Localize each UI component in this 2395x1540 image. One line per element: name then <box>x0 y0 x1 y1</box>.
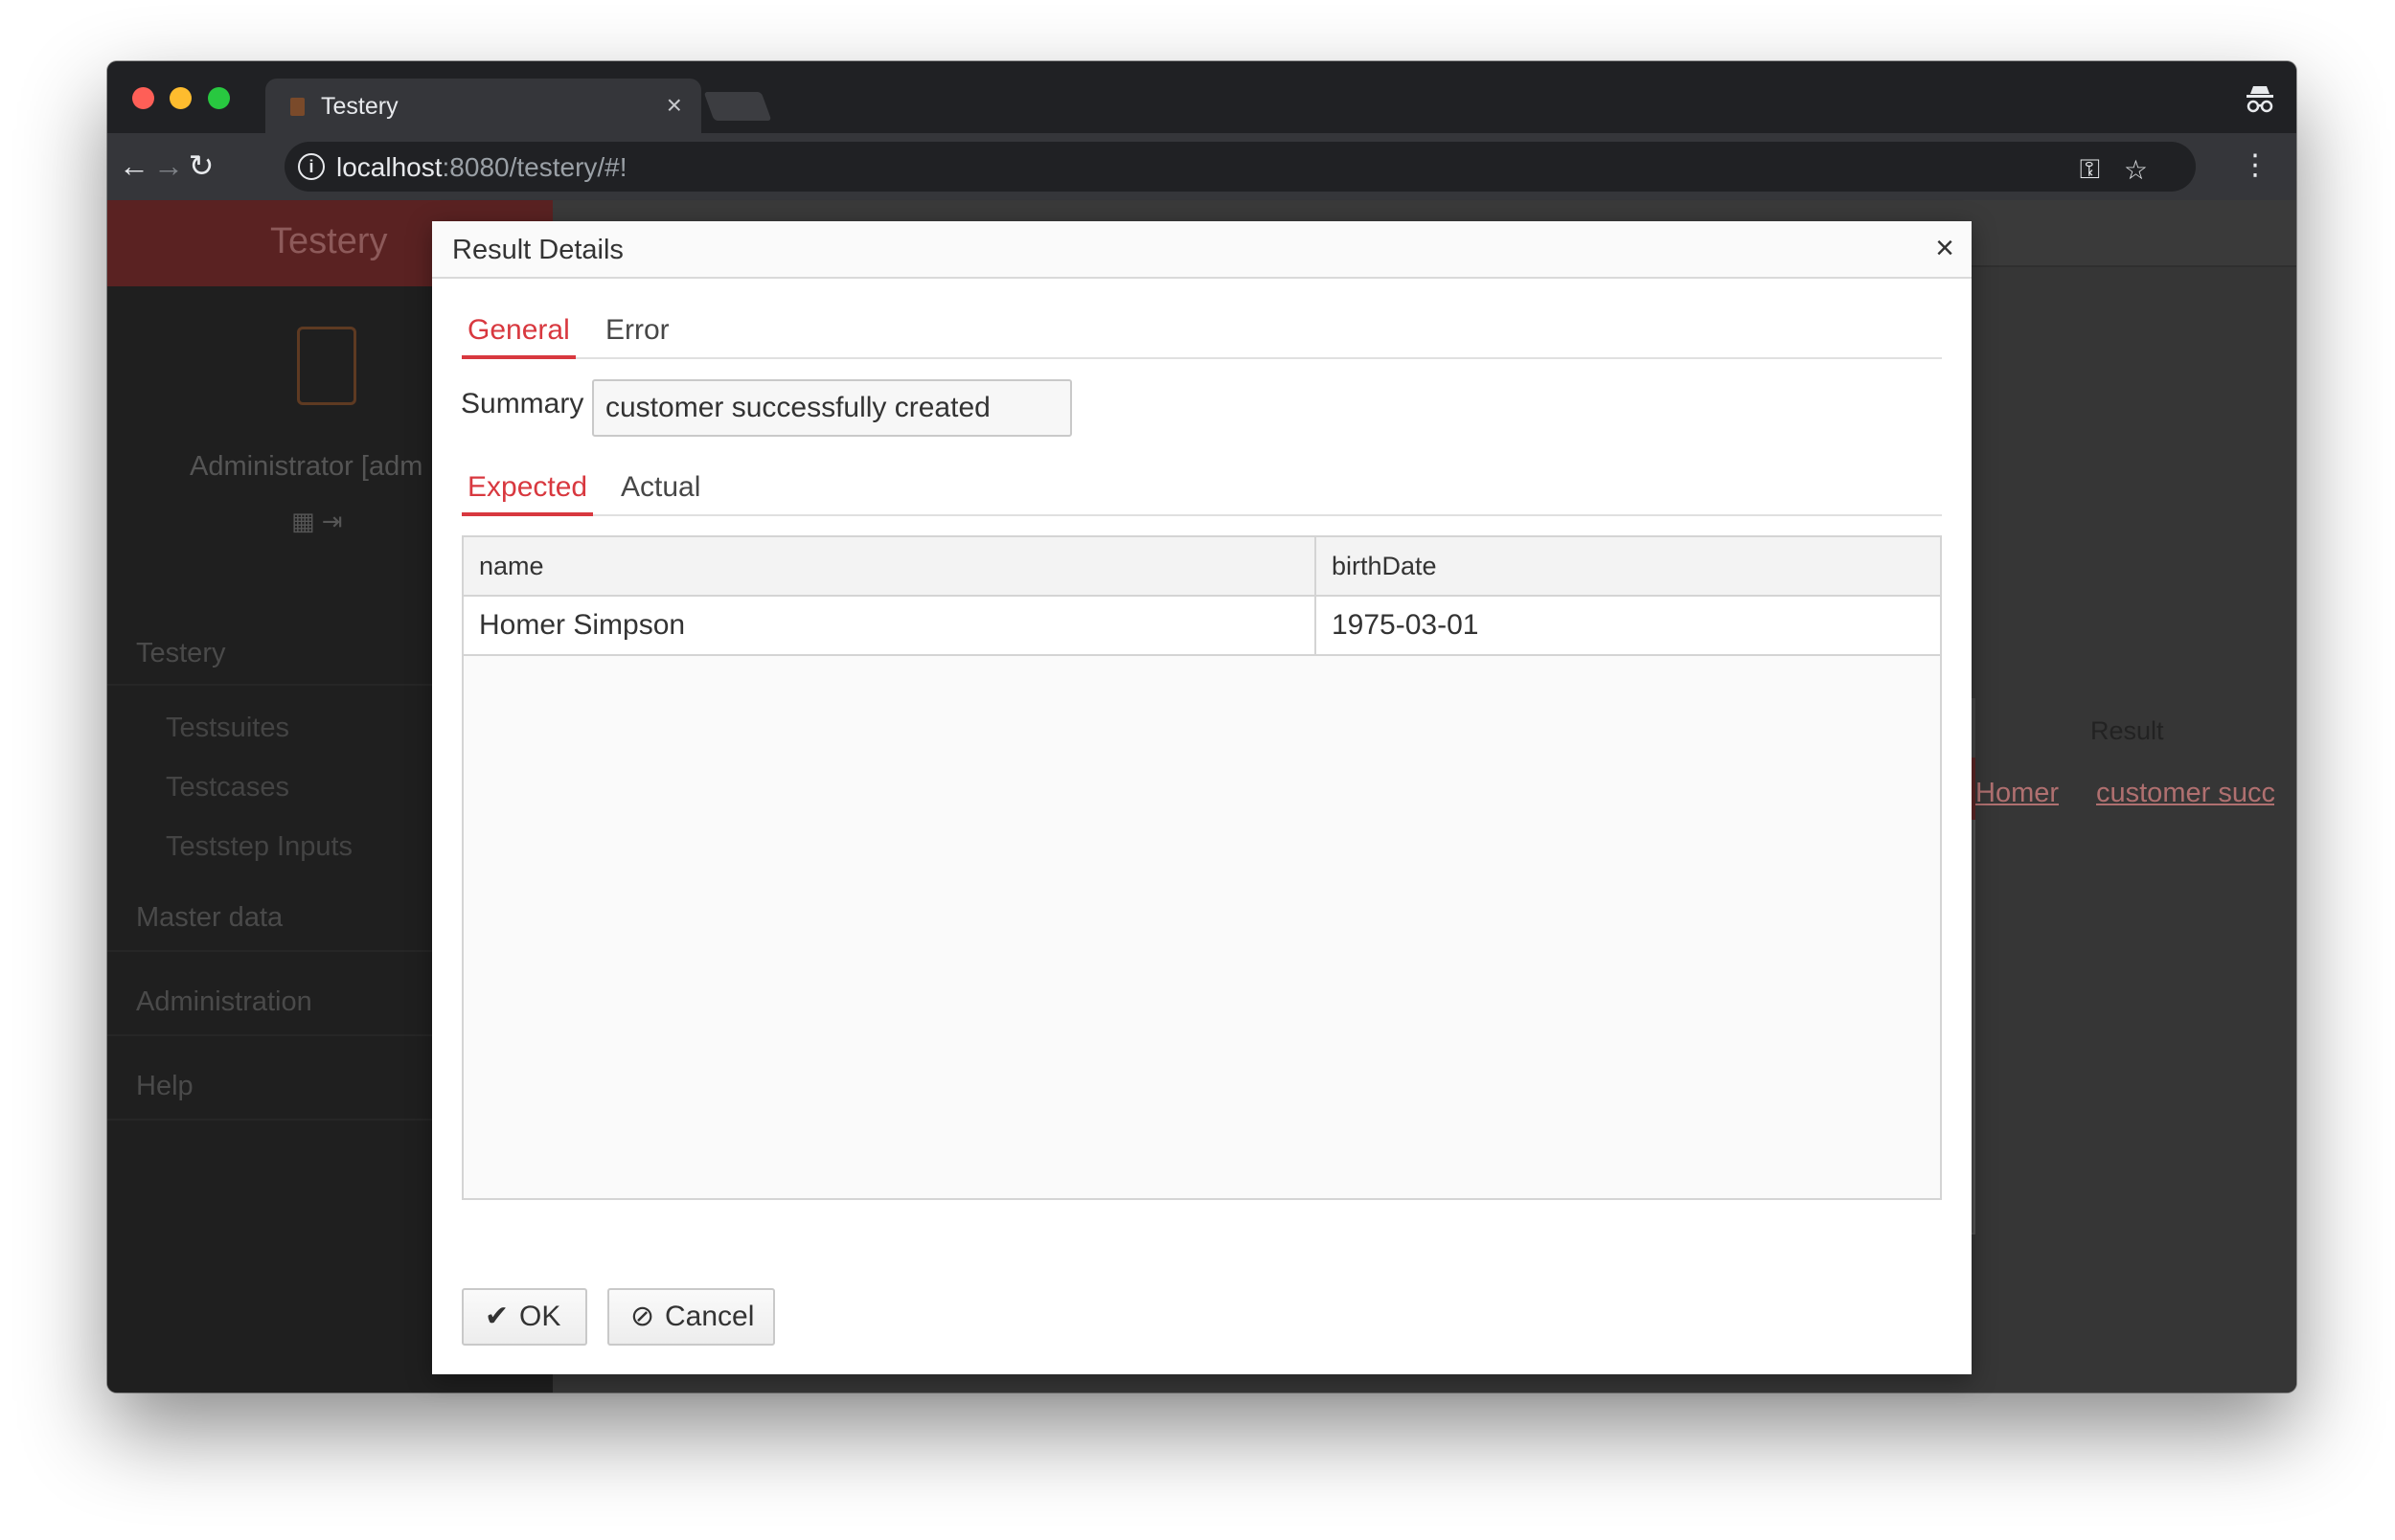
menu-icon[interactable]: ⋮ <box>2241 148 2270 182</box>
cell-name: Homer Simpson <box>464 597 1316 656</box>
dialog-title: Result Details <box>452 235 624 265</box>
summary-field[interactable]: customer successfully created <box>592 379 1072 437</box>
minimize-window-button[interactable] <box>170 87 192 109</box>
back-icon[interactable]: ← <box>117 148 151 183</box>
info-icon[interactable]: i <box>298 153 325 180</box>
row-result-link[interactable]: customer succ <box>2096 778 2274 809</box>
user-label: Administrator [adm <box>190 451 423 482</box>
maximize-window-button[interactable] <box>208 87 230 109</box>
logo-icon <box>297 327 356 405</box>
sidebar-item-testcases[interactable]: Testcases <box>166 772 289 804</box>
key-icon[interactable]: ⚿ <box>2080 154 2100 186</box>
result-subtabs: Expected Actual <box>462 464 1942 516</box>
sidebar-section-testery[interactable]: Testery <box>136 638 225 669</box>
sidebar-item-testsuites[interactable]: Testsuites <box>166 713 289 744</box>
check-icon: ✔ <box>485 1301 510 1332</box>
ok-button-label: OK <box>519 1301 561 1332</box>
new-tab-button[interactable] <box>703 92 772 121</box>
summary-label: Summary <box>461 388 584 419</box>
cancel-button[interactable]: ⊘ Cancel <box>607 1288 775 1346</box>
browser-tab[interactable]: Testery × <box>265 79 701 133</box>
sidebar-section-master-data[interactable]: Master data <box>136 902 283 934</box>
close-window-button[interactable] <box>132 87 154 109</box>
cell-birthdate: 1975-03-01 <box>1332 609 1479 641</box>
dialog-header: Result Details × <box>432 221 1972 279</box>
favicon-icon <box>290 98 305 116</box>
sidebar-item-teststep-inputs[interactable]: Teststep Inputs <box>166 831 353 863</box>
column-header-birthdate[interactable]: birthDate <box>1316 537 1940 597</box>
result-column-header: Result <box>2090 716 2164 745</box>
cancel-button-label: Cancel <box>665 1301 755 1332</box>
dialog-tabs: General Error <box>462 307 1942 359</box>
tab-title: Testery <box>321 93 399 120</box>
sidebar-section-help[interactable]: Help <box>136 1071 194 1102</box>
reload-icon[interactable]: ↻ <box>184 148 218 183</box>
table-row[interactable]: Homer Simpson 1975-03-01 <box>464 597 1940 656</box>
result-details-dialog: Result Details × General Error Summary c… <box>432 221 1972 1374</box>
row-name-link[interactable]: Homer <box>1975 778 2059 809</box>
browser-toolbar: ← → ↻ i localhost:8080/testery/#! ☆ ⚿ ⋮ <box>107 133 2296 200</box>
star-icon[interactable]: ☆ <box>2124 154 2148 186</box>
address-bar[interactable]: i localhost:8080/testery/#! ☆ ⚿ <box>285 142 2196 192</box>
grid-header: name birthDate <box>464 537 1940 597</box>
column-header-name[interactable]: name <box>464 537 1316 597</box>
browser-titlebar: Testery × <box>107 61 2296 133</box>
ban-icon: ⊘ <box>630 1301 655 1332</box>
incognito-icon <box>2247 86 2273 113</box>
forward-icon[interactable]: → <box>151 148 186 183</box>
tab-close-button[interactable]: × <box>667 90 682 121</box>
brand-title: Testery <box>270 221 388 261</box>
ok-button[interactable]: ✔ OK <box>462 1288 587 1346</box>
dashboard-icon[interactable]: ▦ ⇥ <box>291 507 343 536</box>
dialog-close-button[interactable]: × <box>1935 229 1954 267</box>
tab-error[interactable]: Error <box>600 307 675 359</box>
sidebar-section-administration[interactable]: Administration <box>136 986 312 1018</box>
tab-actual[interactable]: Actual <box>615 464 706 516</box>
url-text: localhost:8080/testery/#! <box>336 152 627 182</box>
tab-general[interactable]: General <box>462 307 576 359</box>
tab-expected[interactable]: Expected <box>462 464 594 516</box>
expected-data-grid: name birthDate Homer Simpson 1975-03-01 <box>462 535 1942 1200</box>
